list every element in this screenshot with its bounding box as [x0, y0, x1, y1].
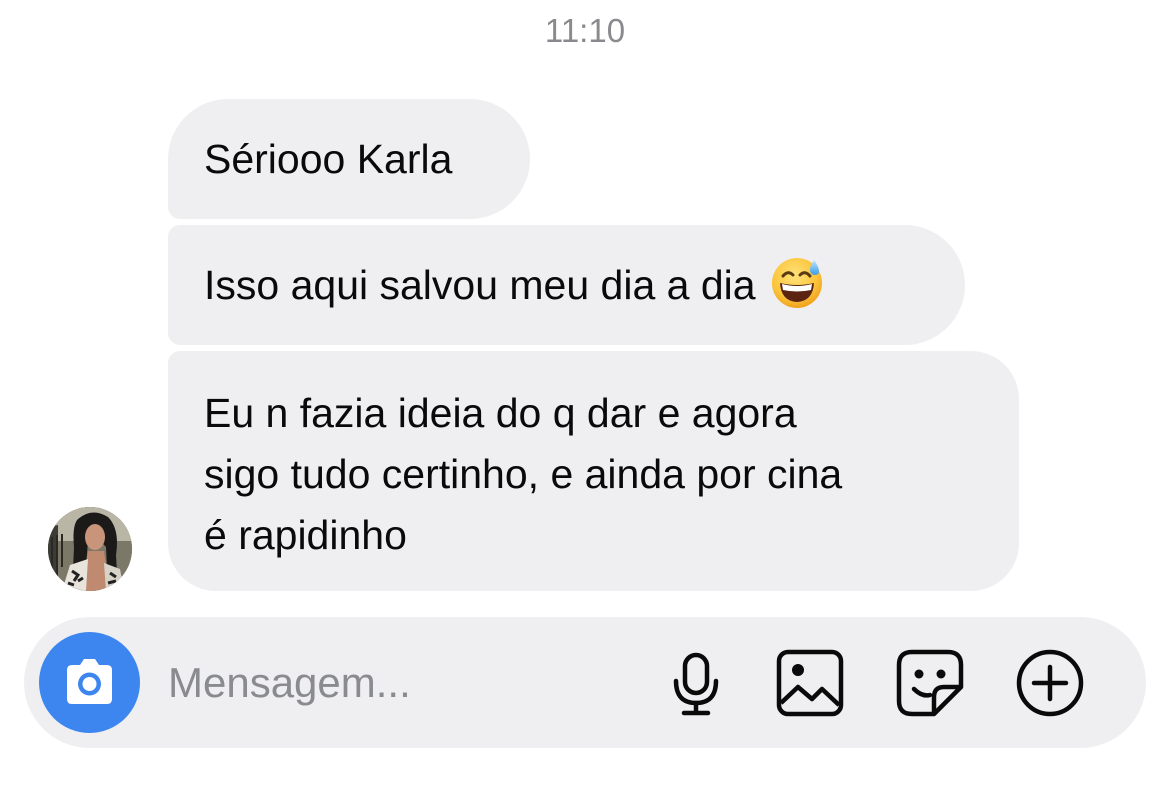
message-text-line: é rapidinho: [204, 512, 407, 558]
message-text: Isso aqui salvou meu dia a dia: [204, 262, 756, 308]
message-input[interactable]: [168, 653, 628, 713]
camera-button[interactable]: [39, 632, 140, 733]
message-bubble[interactable]: Sériooo Karla: [168, 99, 530, 219]
contact-avatar-photo: [48, 507, 132, 591]
camera-icon: [67, 659, 112, 704]
message-timestamp: 11:10: [544, 12, 626, 49]
message-composer: [24, 617, 1146, 748]
message-bubble[interactable]: Isso aqui salvou meu dia a dia: [168, 225, 965, 345]
sticker-icon: [896, 649, 964, 717]
message-text-line: Eu n fazia ideia do q dar e agora: [204, 390, 797, 436]
contact-avatar[interactable]: [48, 507, 132, 591]
microphone-icon: [673, 652, 719, 716]
grinning-face-with-sweat-icon: [770, 255, 824, 325]
sticker-button[interactable]: [894, 647, 966, 719]
message-bubble[interactable]: Eu n fazia ideia do q dar e agora sigo t…: [168, 351, 1019, 591]
gallery-button[interactable]: [774, 647, 846, 719]
gallery-icon: [776, 649, 844, 717]
message-text-line: sigo tudo certinho, e ainda por cina: [204, 451, 843, 497]
microphone-button[interactable]: [660, 647, 732, 719]
more-button[interactable]: [1014, 647, 1086, 719]
message-text: Sériooo Karla: [204, 136, 453, 182]
plus-circle-icon: [1016, 649, 1084, 717]
